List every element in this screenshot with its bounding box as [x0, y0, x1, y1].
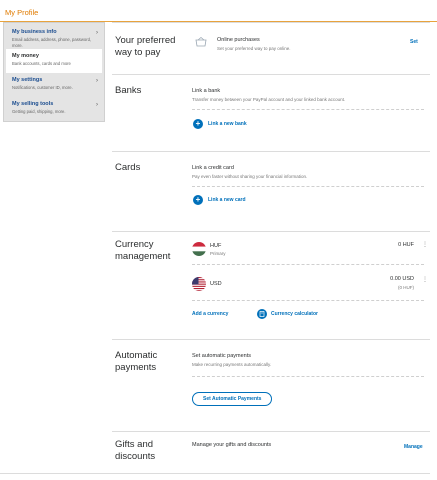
divider	[192, 300, 424, 301]
chevron-right-icon: ›	[96, 78, 98, 84]
sidebar-item-my-money[interactable]: My money Bank accounts, cards and more	[6, 49, 102, 73]
sidebar-item-desc: Bank accounts, cards and more	[12, 61, 71, 66]
section-title: Currency management	[115, 239, 171, 262]
section-automatic-payments: Automatic payments Set automatic payment…	[112, 339, 430, 431]
section-title: Your preferred way to pay	[115, 35, 176, 58]
sidebar-item-label: My business info	[12, 29, 57, 35]
hungary-flag-icon	[192, 242, 206, 256]
sidebar: My business info Email address, address,…	[3, 22, 105, 122]
preferred-line1: Online purchases	[217, 37, 260, 43]
kebab-icon[interactable]: ⋮	[422, 241, 428, 248]
sidebar-item-desc: Notifications, customer ID, more.	[12, 85, 73, 90]
add-currency-link[interactable]: Add a currency	[192, 311, 228, 317]
sidebar-item-label: My money	[12, 53, 39, 59]
set-preferred-link[interactable]: Set	[410, 39, 418, 45]
automatic-line1: Set automatic payments	[192, 353, 252, 359]
profile-header: My Profile	[0, 0, 437, 22]
currency-code: USD	[210, 281, 222, 287]
preferred-line2: Set your preferred way to pay online.	[217, 46, 291, 51]
section-title: Gifts and discounts	[115, 439, 156, 462]
divider	[0, 473, 430, 474]
sidebar-item-settings[interactable]: My settings Notifications, customer ID, …	[6, 73, 102, 97]
currency-amount: 0.00 USD	[390, 276, 414, 282]
automatic-line2: Make recurring payments automatically.	[192, 362, 272, 367]
sidebar-item-desc: Email address, address, phone, password,…	[12, 37, 92, 48]
kebab-icon[interactable]: ⋮	[422, 276, 428, 283]
sidebar-item-label: My settings	[12, 77, 43, 83]
section-banks: Banks Link a bank Transfer money between…	[112, 74, 430, 151]
sidebar-item-desc: Getting paid, shipping, more.	[12, 109, 66, 114]
cards-line1: Link a credit card	[192, 165, 234, 171]
sidebar-item-business-info[interactable]: My business info Email address, address,…	[6, 25, 102, 49]
divider	[192, 264, 424, 265]
calculator-icon[interactable]	[257, 309, 267, 319]
chevron-right-icon: ›	[96, 30, 98, 36]
divider	[192, 376, 424, 377]
manage-gifts-link[interactable]: Manage	[404, 444, 423, 450]
plus-icon: +	[193, 119, 203, 129]
plus-icon: +	[193, 195, 203, 205]
gifts-line1: Manage your gifts and discounts	[192, 442, 272, 448]
currency-amount: 0 HUF	[398, 242, 414, 248]
banks-line2: Transfer money between your PayPal accou…	[192, 97, 346, 102]
link-new-bank[interactable]: + Link a new bank	[193, 119, 247, 129]
section-title: Banks	[115, 85, 142, 96]
section-title: Automatic payments	[115, 350, 158, 373]
section-preferred-payment: Your preferred way to pay Online purchas…	[112, 22, 430, 74]
link-new-card[interactable]: + Link a new card	[193, 195, 246, 205]
sidebar-item-label: My selling tools	[12, 101, 54, 107]
wallet-icon	[195, 35, 207, 53]
chevron-right-icon: ›	[96, 102, 98, 108]
cards-line2: Pay even faster without sharing your fin…	[192, 174, 308, 179]
sidebar-item-selling-tools[interactable]: My selling tools Getting paid, shipping,…	[6, 97, 102, 121]
divider	[192, 186, 424, 187]
divider	[192, 109, 424, 110]
currency-converted: (0 HUF)	[398, 285, 414, 290]
page-title: My Profile	[5, 8, 39, 17]
link-new-card-label: Link a new card	[208, 197, 246, 203]
banks-line1: Link a bank	[192, 88, 221, 94]
set-automatic-payments-button[interactable]: Set Automatic Payments	[192, 392, 273, 406]
currency-calculator-link[interactable]: Currency calculator	[271, 311, 318, 317]
link-new-bank-label: Link a new bank	[208, 121, 247, 127]
currency-sub: Primary	[210, 251, 226, 256]
section-title: Cards	[115, 162, 141, 173]
section-cards: Cards Link a credit card Pay even faster…	[112, 151, 430, 231]
us-flag-icon	[192, 277, 206, 291]
currency-code: HUF	[210, 243, 222, 249]
